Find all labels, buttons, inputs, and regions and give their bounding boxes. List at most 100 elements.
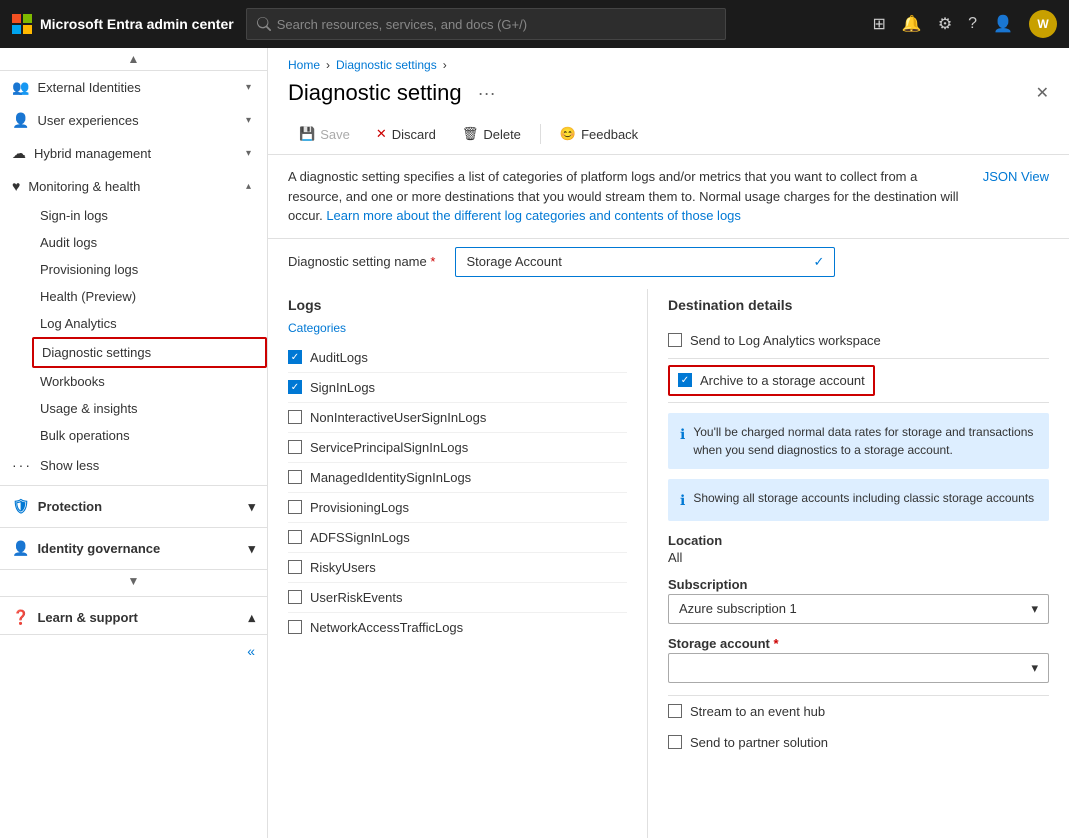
save-label: Save bbox=[320, 127, 350, 142]
collapse-sidebar-icon[interactable]: « bbox=[247, 643, 255, 659]
sidebar-item-user-experiences[interactable]: 👤 User experiences ▾ bbox=[0, 104, 267, 137]
sidebar-item-label: Protection bbox=[38, 499, 102, 514]
network-access-label: NetworkAccessTrafficLogs bbox=[310, 620, 463, 635]
non-interactive-checkbox[interactable] bbox=[288, 410, 302, 424]
search-bar[interactable] bbox=[246, 8, 726, 40]
help-icon[interactable]: ? bbox=[968, 15, 977, 33]
sidebar-item-log-analytics[interactable]: Log Analytics bbox=[32, 310, 267, 337]
description-link[interactable]: Learn more about the different log categ… bbox=[326, 208, 741, 223]
breadcrumb-home[interactable]: Home bbox=[288, 58, 320, 72]
brand-logo: Microsoft Entra admin center bbox=[12, 14, 234, 34]
sidebar-item-label: User experiences bbox=[37, 113, 238, 128]
feedback-button[interactable]: 😊 Feedback bbox=[549, 120, 649, 148]
portal-icon[interactable]: ⊞ bbox=[873, 14, 886, 34]
avatar[interactable]: W bbox=[1029, 10, 1057, 38]
toolbar-separator bbox=[540, 124, 541, 144]
diag-name-label: Diagnostic setting name * bbox=[288, 254, 435, 269]
log-item-network-access: NetworkAccessTrafficLogs bbox=[288, 613, 627, 642]
delete-button[interactable]: 🗑 Delete bbox=[451, 120, 532, 148]
risky-users-checkbox[interactable] bbox=[288, 560, 302, 574]
two-col-area: Logs Categories ✓ AuditLogs ✓ SignInLogs… bbox=[268, 289, 1069, 838]
network-access-checkbox[interactable] bbox=[288, 620, 302, 634]
subscription-select[interactable]: Azure subscription 1 ▾ bbox=[668, 594, 1049, 624]
audit-logs-checkbox[interactable]: ✓ bbox=[288, 350, 302, 364]
log-item-user-risk: UserRiskEvents bbox=[288, 583, 627, 613]
panel-title: Diagnostic setting bbox=[288, 80, 462, 106]
sidebar-item-learn-support[interactable]: ❓ Learn & support ▴ bbox=[0, 601, 267, 634]
sidebar-item-label: Provisioning logs bbox=[40, 262, 255, 277]
dots-icon: ··· bbox=[12, 457, 32, 473]
more-options-button[interactable]: ··· bbox=[478, 83, 496, 104]
sidebar-item-label: External Identities bbox=[37, 80, 238, 95]
sidebar-divider bbox=[0, 485, 267, 486]
sidebar-item-hybrid-management[interactable]: ☁ Hybrid management ▾ bbox=[0, 137, 267, 170]
risky-users-label: RiskyUsers bbox=[310, 560, 376, 575]
description-area: A diagnostic setting specifies a list of… bbox=[268, 155, 1069, 239]
sidebar-item-sign-in-logs[interactable]: Sign-in logs bbox=[32, 202, 267, 229]
log-item-service-principal: ServicePrincipalSignInLogs bbox=[288, 433, 627, 463]
toolbar: 💾 Save ✕ Discard 🗑 Delete 😊 Feedback bbox=[268, 114, 1069, 155]
sidebar-item-provisioning-logs[interactable]: Provisioning logs bbox=[32, 256, 267, 283]
service-principal-label: ServicePrincipalSignInLogs bbox=[310, 440, 468, 455]
sidebar-item-label: Audit logs bbox=[40, 235, 255, 250]
main-layout: ▲ 👥 External Identities ▾ 👤 User experie… bbox=[0, 48, 1069, 838]
chevron-up-icon: ▴ bbox=[246, 181, 251, 192]
save-button[interactable]: 💾 Save bbox=[288, 120, 361, 148]
sidebar-item-identity-governance[interactable]: 👤 Identity governance ▾ bbox=[0, 532, 267, 565]
sidebar-item-bulk-operations[interactable]: Bulk operations bbox=[32, 422, 267, 449]
sidebar-scroll-down[interactable]: ▼ bbox=[128, 574, 140, 588]
categories-label: Categories bbox=[288, 321, 627, 335]
partner-solution-checkbox[interactable] bbox=[668, 735, 682, 749]
sidebar-scroll-up[interactable]: ▲ bbox=[128, 52, 140, 66]
sidebar-item-label: Workbooks bbox=[40, 374, 255, 389]
external-identities-icon: 👥 bbox=[12, 79, 29, 96]
diag-name-value: Storage Account bbox=[466, 254, 561, 269]
dest-item-event-hub: Stream to an event hub bbox=[668, 695, 1049, 727]
topbar: Microsoft Entra admin center ⊞ 🔔 ⚙ ? 👤 W bbox=[0, 0, 1069, 48]
discard-button[interactable]: ✕ Discard bbox=[365, 120, 447, 148]
sidebar-item-show-less[interactable]: ··· Show less bbox=[0, 449, 267, 481]
breadcrumb-sep: › bbox=[326, 58, 330, 72]
info-icon-1: ℹ bbox=[680, 424, 685, 445]
sidebar-item-protection[interactable]: 🛡 Protection ▾ bbox=[0, 490, 267, 523]
log-analytics-checkbox[interactable] bbox=[668, 333, 682, 347]
adfs-signin-checkbox[interactable] bbox=[288, 530, 302, 544]
info-text-charge: You'll be charged normal data rates for … bbox=[693, 423, 1037, 459]
sidebar-item-health-preview[interactable]: Health (Preview) bbox=[32, 283, 267, 310]
diag-name-select[interactable]: Storage Account ✓ bbox=[455, 247, 835, 277]
provisioning-logs-checkbox[interactable] bbox=[288, 500, 302, 514]
settings-icon[interactable]: ⚙ bbox=[938, 14, 952, 34]
user-icon[interactable]: 👤 bbox=[993, 14, 1013, 34]
service-principal-checkbox[interactable] bbox=[288, 440, 302, 454]
microsoft-icon bbox=[12, 14, 32, 34]
subscription-section: Subscription Azure subscription 1 ▾ bbox=[668, 577, 1049, 624]
sidebar-item-workbooks[interactable]: Workbooks bbox=[32, 368, 267, 395]
sign-in-logs-checkbox[interactable]: ✓ bbox=[288, 380, 302, 394]
sidebar-item-monitoring-health[interactable]: ♥ Monitoring & health ▴ bbox=[0, 170, 267, 202]
storage-account-label: Storage account * bbox=[668, 636, 1049, 651]
user-risk-checkbox[interactable] bbox=[288, 590, 302, 604]
managed-identity-checkbox[interactable] bbox=[288, 470, 302, 484]
archive-storage-checkbox[interactable]: ✓ bbox=[678, 373, 692, 387]
feedback-icon: 😊 bbox=[560, 126, 576, 142]
search-input[interactable] bbox=[277, 17, 715, 32]
sidebar: ▲ 👥 External Identities ▾ 👤 User experie… bbox=[0, 48, 268, 838]
sidebar-item-diagnostic-settings[interactable]: Diagnostic settings bbox=[32, 337, 267, 368]
diagnostic-panel: Home › Diagnostic settings › Diagnostic … bbox=[268, 48, 1069, 838]
sidebar-item-audit-logs[interactable]: Audit logs bbox=[32, 229, 267, 256]
learn-support-icon: ❓ bbox=[12, 609, 29, 626]
close-button[interactable]: ✕ bbox=[1036, 83, 1049, 103]
json-view-link[interactable]: JSON View bbox=[983, 167, 1049, 187]
discard-label: Discard bbox=[392, 127, 436, 142]
sidebar-item-external-identities[interactable]: 👥 External Identities ▾ bbox=[0, 71, 267, 104]
info-icon-2: ℹ bbox=[680, 490, 685, 511]
brand-name: Microsoft Entra admin center bbox=[40, 16, 234, 32]
event-hub-checkbox[interactable] bbox=[668, 704, 682, 718]
storage-account-select[interactable]: ▾ bbox=[668, 653, 1049, 683]
bell-icon[interactable]: 🔔 bbox=[902, 14, 922, 34]
delete-icon: 🗑 bbox=[462, 126, 479, 142]
breadcrumb-diagnostic-settings[interactable]: Diagnostic settings bbox=[336, 58, 437, 72]
sidebar-item-usage-insights[interactable]: Usage & insights bbox=[32, 395, 267, 422]
sign-in-logs-label: SignInLogs bbox=[310, 380, 375, 395]
user-risk-label: UserRiskEvents bbox=[310, 590, 402, 605]
